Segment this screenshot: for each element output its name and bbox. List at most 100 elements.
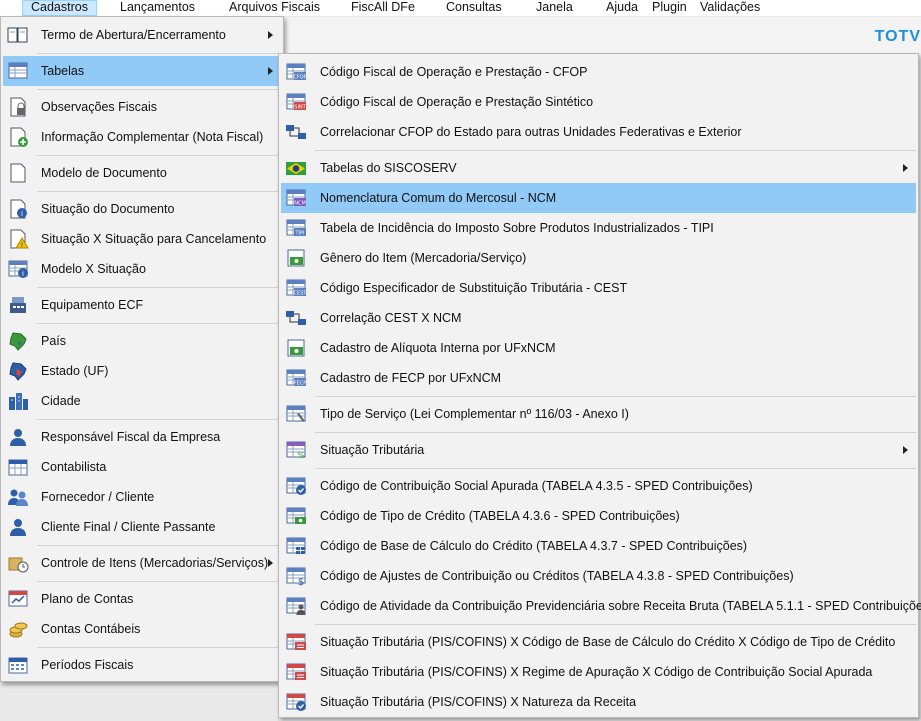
cash-register-icon [7,295,29,315]
tabelas-item-codigo-de-ajustes-de-contribuicao-ou-creditos-ta[interactable]: $ Código de Ajustes de Contribuição ou Cr… [281,561,916,591]
cadastros-item-cidade[interactable]: Cidade [3,386,281,416]
menu-janela[interactable]: Janela [528,0,581,16]
state-map-icon [7,361,29,381]
tabelas-item-situacao-tributaria[interactable]: % Situação Tributária [281,435,916,465]
cadastros-item-equipamento-ecf[interactable]: Equipamento ECF [3,290,281,320]
box-clock-icon [7,553,29,573]
cadastros-item-informacao-complementar-nota-fiscal[interactable]: Informação Complementar (Nota Fiscal) [3,122,281,152]
tabelas-item-codigo-de-contribuicao-social-apurada-tabela-4-3[interactable]: Código de Contribuição Social Apurada (T… [281,471,916,501]
tabelas-submenu: CFOP Código Fiscal de Operação e Prestaçã… [278,53,921,718]
cadastros-item-responsavel-fiscal-da-empresa[interactable]: Responsável Fiscal da Empresa [3,422,281,452]
accountant-calendar-icon [7,457,29,477]
tabelas-item-genero-do-item-mercadoria-servico[interactable]: Gênero do Item (Mercadoria/Serviço) [281,243,916,273]
tabelas-item-cadastro-de-fecp-por-ufxncm[interactable]: FECP Cadastro de FECP por UFxNCM [281,363,916,393]
tabelas-item-tipo-de-servico-lei-complementar-n-116-03-anexo-[interactable]: Tipo de Serviço (Lei Complementar nº 116… [281,399,916,429]
tabelas-item-tabela-de-incidencia-do-imposto-sobre-produtos-i[interactable]: TIPI Tabela de Incidência do Imposto Sobr… [281,213,916,243]
tabelas-item-cadastro-de-aliquota-interna-por-ufxncm[interactable]: Cadastro de Alíquota Interna por UFxNCM [281,333,916,363]
tabelas-item-codigo-de-atividade-da-contribuicao-previdenciar[interactable]: Código de Atividade da Contribuição Prev… [281,591,921,621]
svg-text:NCM: NCM [294,201,306,207]
svg-text:i: i [21,210,23,218]
cadastros-item-label: Modelo X Situação [41,262,146,276]
tabelas-item-label: Código de Ajustes de Contribuição ou Cré… [320,569,794,583]
cfop-synthetic-icon: SINT [285,92,307,112]
cadastros-item-label: Contas Contábeis [41,622,141,636]
cadastros-item-modelo-x-situacao[interactable]: i Modelo X Situação [3,254,281,284]
menu-fiscall-dfe[interactable]: FiscAll DFe [343,0,423,16]
menu-ajuda[interactable]: Ajuda [598,0,646,16]
tabelas-item-codigo-fiscal-de-operacao-e-prestacao-cfop[interactable]: CFOP Código Fiscal de Operação e Prestaçã… [281,57,916,87]
tabelas-item-codigo-de-tipo-de-credito-tabela-4-3-6-sped-cont[interactable]: Código de Tipo de Crédito (TABELA 4.3.6 … [281,501,916,531]
menu-plugin[interactable]: Plugin [644,0,695,16]
submenu-arrow-icon [903,164,908,172]
sped-check-icon [285,476,307,496]
menu-cadastros[interactable]: Cadastros [22,0,97,16]
book-icon [7,25,29,45]
sped-dollar-icon: $ [285,566,307,588]
table-icon [7,61,29,81]
city-buildings-icon [7,391,29,411]
chart-document-icon [7,589,29,609]
tabelas-item-label: Código Especificador de Substituição Tri… [320,281,628,295]
document-add-icon [7,127,29,147]
brazil-flag-icon [285,158,307,178]
cadastros-item-cliente-final-cliente-passante[interactable]: Cliente Final / Cliente Passante [3,512,281,542]
cadastros-item-situacao-do-documento[interactable]: i Situação do Documento [3,194,281,224]
cadastros-item-periodos-fiscais[interactable]: Períodos Fiscais [3,650,281,680]
tabelas-item-label: Código Fiscal de Operação e Prestação - … [320,65,588,79]
tabelas-item-situacao-tributaria-pis-cofins-x-codigo-de-base-[interactable]: Situação Tributária (PIS/COFINS) X Códig… [281,627,916,657]
tabelas-item-codigo-especificador-de-substituicao-tributaria-[interactable]: CEST Código Especificador de Substituição… [281,273,916,303]
cadastros-item-tabelas[interactable]: Tabelas [3,56,281,86]
person-icon [7,427,29,447]
tabelas-item-nomenclatura-comum-do-mercosul-ncm[interactable]: NCM Nomenclatura Comum do Mercosul - NCM [281,183,916,213]
menu-separator [37,581,281,582]
cadastros-item-termo-de-abertura-encerramento[interactable]: Termo de Abertura/Encerramento [3,20,281,50]
ncm-table-icon: NCM [285,188,307,208]
tabelas-item-label: Situação Tributária (PIS/COFINS) X Natur… [320,695,637,709]
tabelas-item-label: Código de Base de Cálculo do Crédito (TA… [320,539,748,553]
cadastros-item-contas-contabeis[interactable]: Contas Contábeis [3,614,281,644]
cadastros-item-estado-uf[interactable]: Estado (UF) [3,356,281,386]
tabelas-item-label: Correlação CEST X NCM [320,311,462,325]
svg-text:CFOP: CFOP [293,75,306,81]
svg-text:FECP: FECP [294,381,307,387]
menu-separator [37,545,281,546]
cest-table-icon: CEST [285,278,307,298]
cadastros-item-observacoes-fiscais[interactable]: Observações Fiscais [3,92,281,122]
cadastros-item-pais[interactable]: País [3,326,281,356]
cadastros-item-label: Plano de Contas [41,592,134,606]
menu-separator [37,155,281,156]
document-warning-icon: ! [7,229,29,249]
cadastros-item-controle-de-itens-mercadorias-servicos[interactable]: Controle de Itens (Mercadorias/Serviços) [3,548,281,578]
svg-text:$: $ [298,577,304,586]
cadastros-item-plano-de-contas[interactable]: Plano de Contas [3,584,281,614]
tabelas-item-codigo-fiscal-de-operacao-e-prestacao-sintetico[interactable]: SINT Código Fiscal de Operação e Prestaçã… [281,87,916,117]
tabelas-item-label: Tipo de Serviço (Lei Complementar nº 116… [320,407,629,421]
menu-lancamentos[interactable]: Lançamentos [112,0,203,16]
cadastros-item-modelo-de-documento[interactable]: Modelo de Documento [3,158,281,188]
tabelas-item-tabelas-do-siscoserv[interactable]: Tabelas do SISCOSERV [281,153,916,183]
tabelas-item-codigo-de-base-de-calculo-do-credito-tabela-4-3-[interactable]: Código de Base de Cálculo do Crédito (TA… [281,531,916,561]
cadastros-item-label: Modelo de Documento [41,166,167,180]
cadastros-item-label: Termo de Abertura/Encerramento [41,28,226,42]
cadastros-item-label: Informação Complementar (Nota Fiscal) [41,130,264,144]
cadastros-dropdown-menu: Termo de Abertura/Encerramento Tabelas Obs… [0,16,284,682]
menu-separator [37,89,281,90]
menu-arquivos-fiscais[interactable]: Arquivos Fiscais [221,0,328,16]
country-map-icon [7,331,29,351]
tabelas-item-correlacionar-cfop-do-estado-para-outras-unidade[interactable]: Correlacionar CFOP do Estado para outras… [281,117,916,147]
sped-money-icon [285,506,307,526]
service-tools-icon [285,404,307,424]
cadastros-item-label: Fornecedor / Cliente [41,490,155,504]
cadastros-item-situacao-x-situacao-para-cancelamento[interactable]: ! Situação X Situação para Cancelamento [3,224,281,254]
cadastros-item-fornecedor-cliente[interactable]: Fornecedor / Cliente [3,482,281,512]
cadastros-item-label: Contabilista [41,460,107,474]
menu-separator [315,150,916,151]
sped-grid-icon [285,536,307,556]
menu-consultas[interactable]: Consultas [438,0,510,16]
tabelas-item-situacao-tributaria-pis-cofins-x-regime-de-apura[interactable]: Situação Tributária (PIS/COFINS) X Regim… [281,657,916,687]
tabelas-item-correlacao-cest-x-ncm[interactable]: Correlação CEST X NCM [281,303,916,333]
menu-separator [37,53,281,54]
cadastros-item-contabilista[interactable]: Contabilista [3,452,281,482]
tabelas-item-situacao-tributaria-pis-cofins-x-natureza-da-rec[interactable]: Situação Tributária (PIS/COFINS) X Natur… [281,687,916,717]
menu-validacoes[interactable]: Validações [692,0,768,16]
